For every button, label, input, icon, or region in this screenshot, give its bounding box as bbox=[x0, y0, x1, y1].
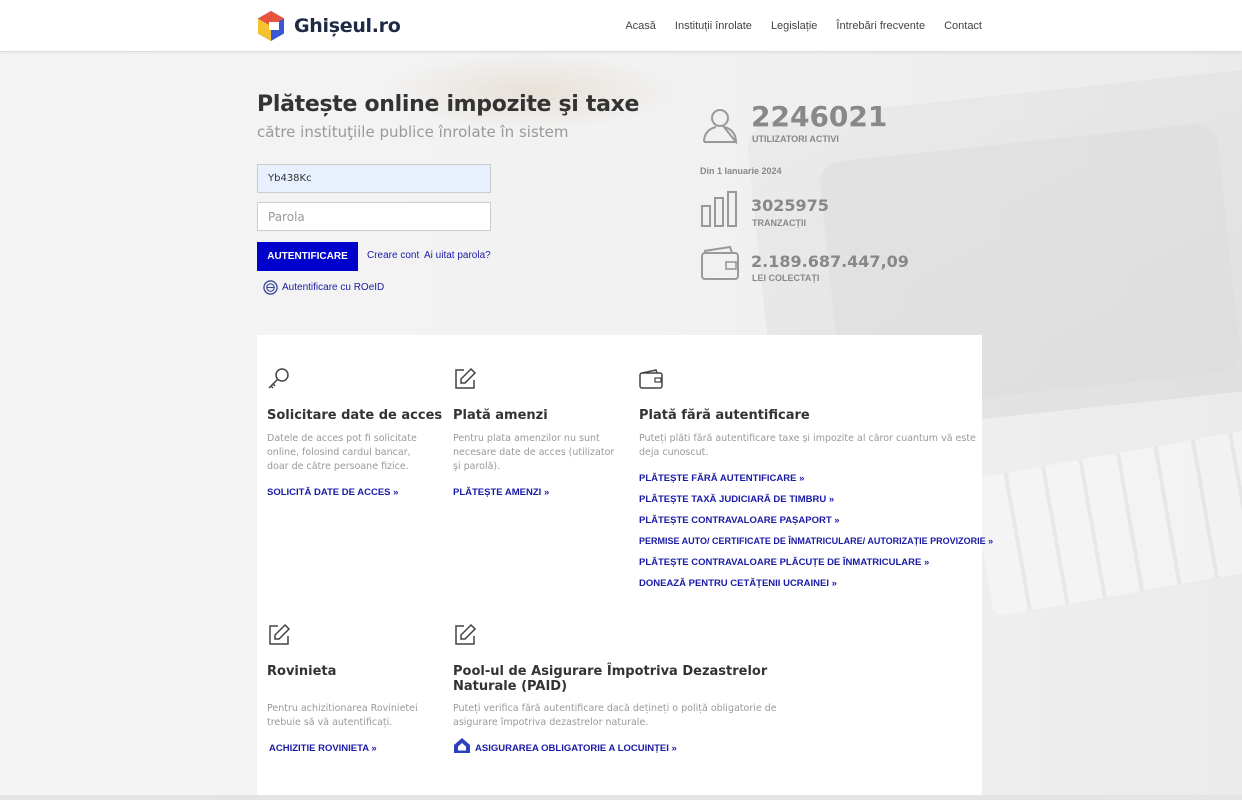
login-button[interactable]: AUTENTIFICARE bbox=[257, 242, 358, 271]
username-field[interactable]: Yb438Kc bbox=[257, 164, 491, 193]
services-panel: Solicitare date de acces Datele de acces… bbox=[257, 335, 993, 795]
card-desc-fines: Pentru plata amenzilor nu sunt necesare … bbox=[453, 433, 615, 472]
transactions-chart-icon bbox=[701, 191, 737, 227]
request-access-link[interactable]: SOLICITĂ DATE DE ACCES » bbox=[267, 487, 398, 498]
roeid-login-link[interactable]: Autentificare cu ROeID bbox=[263, 280, 384, 295]
card-title-no-auth: Plată fără autentificare bbox=[639, 408, 810, 423]
users-label: UTILIZATORI ACTIVI bbox=[752, 134, 839, 144]
stats-since-label: Din 1 Ianuarie 2024 bbox=[700, 166, 782, 176]
brand-logo-icon bbox=[258, 11, 284, 41]
transactions-label: TRANZACȚII bbox=[752, 218, 806, 228]
wallet-icon bbox=[639, 369, 663, 389]
edit-icon bbox=[455, 367, 477, 389]
nav-item-legislation[interactable]: Legislație bbox=[771, 20, 817, 32]
donate-ukraine-link[interactable]: DONEAZĂ PENTRU CETĂȚENII UCRAINEI » bbox=[639, 578, 837, 589]
card-title-paid: Pool-ul de Asigurare Împotriva Dezastrel… bbox=[453, 664, 768, 694]
wallet-icon bbox=[701, 245, 739, 280]
pay-fines-link[interactable]: PLĂTEȘTE AMENZI » bbox=[453, 487, 549, 498]
card-desc-paid: Puteți verifica fără autentificare dacă … bbox=[453, 703, 777, 728]
card-title-fines: Plată amenzi bbox=[453, 408, 548, 423]
key-icon bbox=[268, 368, 289, 389]
users-icon bbox=[703, 109, 738, 144]
house-shield-icon bbox=[454, 738, 470, 753]
pay-license-plates-link[interactable]: PLĂTEȘTE CONTRAVALOARE PLĂCUȚE DE ÎNMATR… bbox=[639, 557, 929, 568]
create-account-link[interactable]: Creare cont bbox=[367, 250, 419, 261]
nav-item-home[interactable]: Acasă bbox=[625, 20, 656, 32]
password-field[interactable]: Parola bbox=[257, 202, 491, 231]
edit-icon bbox=[269, 623, 291, 645]
card-desc-no-auth: Puteți plăti fără autentificare taxe și … bbox=[639, 433, 976, 458]
card-title-rovinieta: Rovinieta bbox=[267, 664, 337, 679]
pay-court-stamp-tax-link[interactable]: PLĂTEȘTE TAXĂ JUDICIARĂ DE TIMBRU » bbox=[639, 494, 834, 505]
nav-item-institutions[interactable]: Instituții înrolate bbox=[675, 20, 752, 32]
main-nav: Acasă Instituții înrolate Legislație Înt… bbox=[625, 0, 982, 52]
roeid-icon bbox=[263, 280, 278, 295]
driving-license-registration-link[interactable]: PERMISE AUTO/ CERTIFICATE DE ÎNMATRICULA… bbox=[639, 536, 993, 546]
roeid-label: Autentificare cu ROeID bbox=[282, 282, 385, 293]
mandatory-home-insurance-link[interactable]: ASIGURAREA OBLIGATORIE A LOCUINȚEI » bbox=[475, 743, 677, 754]
footer-divider bbox=[0, 795, 1242, 800]
page-subtitle: către instituţiile publice înrolate în s… bbox=[257, 123, 569, 141]
card-title-access: Solicitare date de acces bbox=[267, 408, 443, 423]
card-desc-access: Datele de acces pot fi solicitate online… bbox=[267, 433, 417, 472]
background-keyboard-image bbox=[970, 427, 1242, 617]
users-count: 2246021 bbox=[751, 100, 888, 133]
pay-without-auth-link[interactable]: PLĂTEȘTE FĂRĂ AUTENTIFICARE » bbox=[639, 473, 804, 484]
collected-label: LEI COLECTAȚI bbox=[752, 273, 820, 283]
brand-logo[interactable]: Ghișeul.ro bbox=[256, 10, 401, 42]
pay-passport-fee-link[interactable]: PLĂTEȘTE CONTRAVALOARE PAȘAPORT » bbox=[639, 515, 840, 526]
transactions-count: 3025975 bbox=[751, 196, 829, 215]
card-desc-rovinieta: Pentru achizitionarea Rovinietei trebuie… bbox=[267, 703, 418, 728]
site-header: Ghișeul.ro Acasă Instituții înrolate Leg… bbox=[0, 0, 1242, 52]
page-title: Plătește online impozite şi taxe bbox=[257, 92, 640, 117]
nav-item-faq[interactable]: Întrebări frecvente bbox=[836, 20, 925, 32]
buy-rovinieta-link[interactable]: ACHIZITIE ROVINIETA » bbox=[269, 743, 377, 754]
collected-amount: 2.189.687.447,09 bbox=[751, 252, 909, 271]
nav-item-contact[interactable]: Contact bbox=[944, 20, 982, 32]
forgot-password-link[interactable]: Ai uitat parola? bbox=[424, 250, 491, 261]
edit-icon bbox=[455, 623, 477, 645]
brand-name: Ghișeul.ro bbox=[294, 15, 401, 37]
